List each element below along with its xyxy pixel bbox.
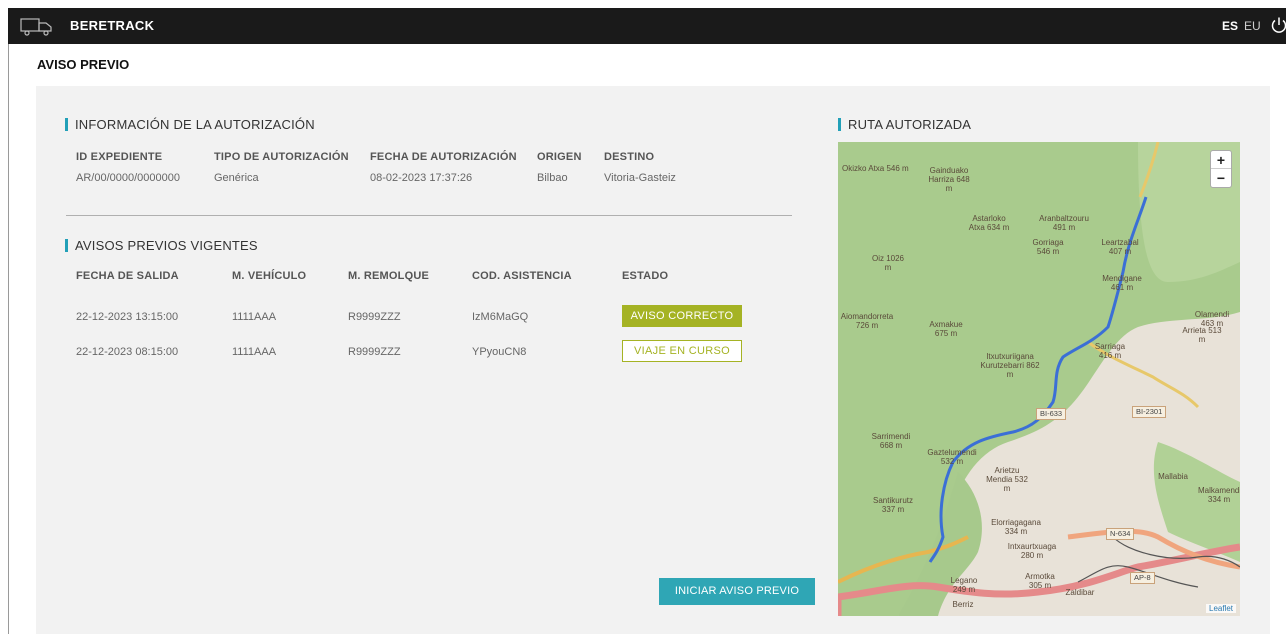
auth-section-title: INFORMACIÓN DE LA AUTORIZACIÓN — [65, 117, 315, 132]
label-fecha-autorizacion: FECHA DE AUTORIZACIÓN — [370, 151, 517, 163]
zoom-in-button[interactable]: + — [1211, 151, 1231, 169]
map-place-label: Gaztelumendi 532 m — [927, 448, 977, 466]
section-divider — [66, 215, 792, 216]
map-place-label: Aiomandorreta 726 m — [840, 312, 894, 330]
cell-fecha-salida: 22-12-2023 13:15:00 — [76, 311, 179, 323]
map-place-label: Elorriagagana 334 m — [991, 518, 1041, 536]
route-section-title: RUTA AUTORIZADA — [837, 117, 972, 132]
map-place-label: Astarloko Atxa 634 m — [968, 214, 1010, 232]
map-place-label: Oiz 1026 m — [871, 254, 905, 272]
map-place-label: Zaldibar — [1065, 588, 1095, 597]
road-label: BI-633 — [1036, 408, 1067, 420]
cell-remolque: R9999ZZZ — [348, 346, 401, 358]
map-place-label: Arrieta 513 m — [1182, 326, 1222, 344]
map-place-label: Malkamendi 334 m — [1198, 486, 1240, 504]
road-label: AP-8 — [1130, 572, 1155, 584]
route-map[interactable]: Okizko Atxa 546 m Gainduako Harriza 648 … — [838, 142, 1240, 616]
map-place-label: Sarriaga 416 m — [1094, 342, 1126, 360]
power-icon[interactable] — [1270, 16, 1286, 34]
value-tipo-autorizacion: Genérica — [214, 172, 259, 184]
cell-codigo: YPyouCN8 — [472, 346, 527, 358]
col-m-vehiculo: M. VEHÍCULO — [232, 270, 307, 282]
page-title: AVISO PREVIO — [37, 57, 130, 72]
top-bar: BERETRACK ES EU — [8, 8, 1286, 44]
left-border — [8, 44, 9, 634]
map-place-label: Gorriaga 546 m — [1032, 238, 1064, 256]
app-frame: BERETRACK ES EU AVISO PREVIO INFORMACIÓN… — [0, 0, 1286, 634]
map-place-label: Sarrimendi 668 m — [871, 432, 911, 450]
map-place-label: Axmakue 675 m — [929, 320, 963, 338]
map-place-label: Armotka 305 m — [1025, 572, 1055, 590]
map-place-label: Itxutxuriigana Kurutzebarri 862 m — [980, 352, 1040, 379]
value-destino: Vitoria-Gasteiz — [604, 172, 676, 184]
label-origen: ORIGEN — [537, 151, 582, 163]
col-estado: ESTADO — [622, 270, 669, 282]
road-label: N-634 — [1106, 528, 1135, 540]
road-label: BI-2301 — [1132, 406, 1167, 418]
map-zoom-control: + − — [1210, 150, 1232, 188]
lang-es-link[interactable]: ES — [1222, 19, 1238, 33]
iniciar-aviso-previo-button[interactable]: INICIAR AVISO PREVIO — [659, 578, 815, 605]
label-destino: DESTINO — [604, 151, 655, 163]
brand-name: BERETRACK — [70, 18, 155, 33]
lang-eu-link[interactable]: EU — [1244, 19, 1261, 33]
col-m-remolque: M. REMOLQUE — [348, 270, 430, 282]
cell-codigo: IzM6MaGQ — [472, 311, 529, 323]
map-place-label: Gainduako Harriza 648 m — [928, 166, 970, 193]
cell-vehiculo: 1111AAA — [232, 346, 277, 358]
col-cod-asistencia: COD. ASISTENCIA — [472, 270, 572, 282]
map-place-label: Intxaurtxuaga 280 m — [1007, 542, 1057, 560]
value-id-expediente: AR/00/0000/0000000 — [76, 172, 180, 184]
map-place-label: Leartzabal 407 m — [1101, 238, 1139, 256]
value-origen: Bilbao — [537, 172, 568, 184]
zoom-out-button[interactable]: − — [1211, 169, 1231, 187]
map-place-label: Berriz — [952, 600, 974, 609]
map-place-label: Mendigane 461 m — [1102, 274, 1142, 292]
status-badge[interactable]: VIAJE EN CURSO — [622, 340, 742, 362]
map-attribution-link[interactable]: Leaflet — [1206, 604, 1237, 613]
cell-fecha-salida: 22-12-2023 08:15:00 — [76, 346, 179, 358]
truck-icon — [20, 18, 52, 36]
status-badge[interactable]: AVISO CORRECTO — [622, 305, 742, 327]
avisos-section-title: AVISOS PREVIOS VIGENTES — [65, 238, 258, 253]
map-place-label: Okizko Atxa 546 m — [842, 164, 909, 173]
label-tipo-autorizacion: TIPO DE AUTORIZACIÓN — [214, 151, 349, 163]
map-place-label: Aranbaltzouru 491 m — [1039, 214, 1089, 232]
map-place-label: Legano 249 m — [950, 576, 978, 594]
map-place-label: Santikurutz 337 m — [872, 496, 914, 514]
col-fecha-salida: FECHA DE SALIDA — [76, 270, 179, 282]
cell-remolque: R9999ZZZ — [348, 311, 401, 323]
label-id-expediente: ID EXPEDIENTE — [76, 151, 163, 163]
map-place-label: Arietzu Mendia 532 m — [986, 466, 1028, 493]
cell-vehiculo: 1111AAA — [232, 311, 277, 323]
map-place-label: Mallabia — [1158, 472, 1188, 481]
value-fecha-autorizacion: 08-02-2023 17:37:26 — [370, 172, 473, 184]
